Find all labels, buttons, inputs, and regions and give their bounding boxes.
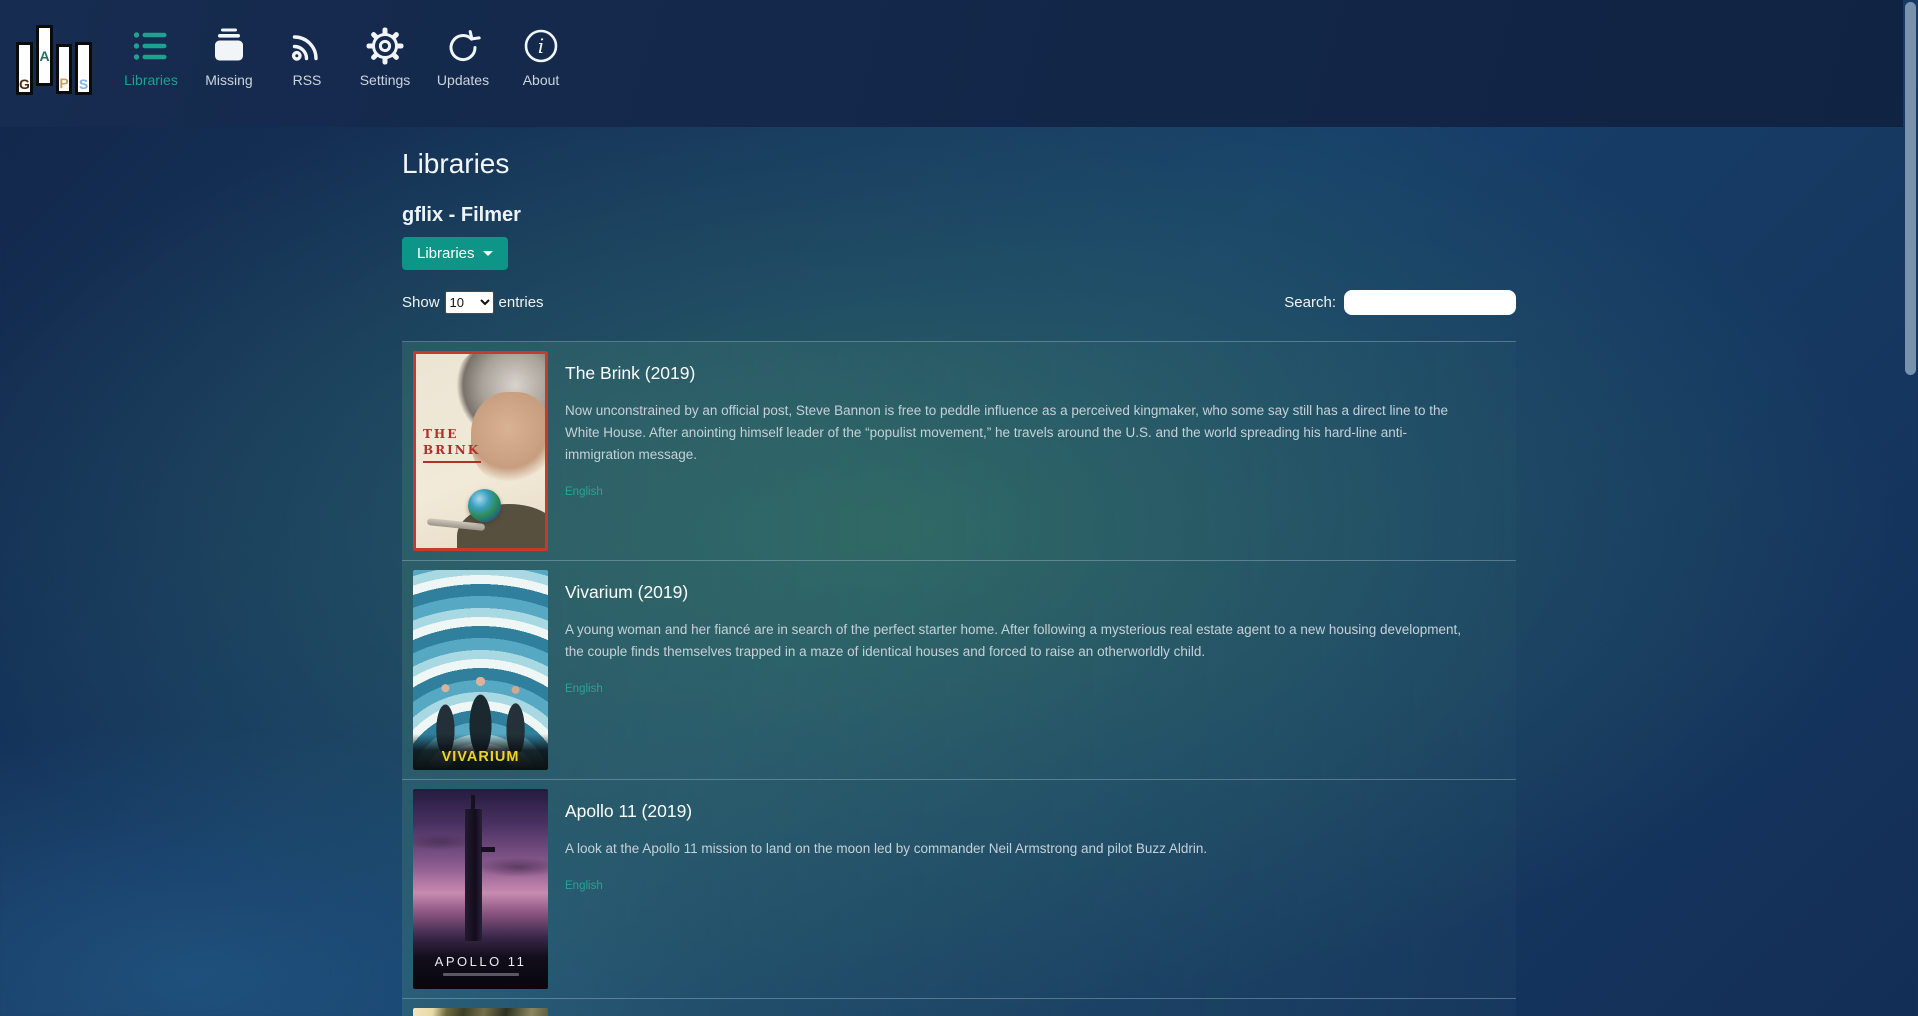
movie-title: The Brink (2019)	[565, 363, 1470, 384]
poster-art-spire	[471, 795, 475, 811]
logo-letter-g: G	[16, 42, 33, 95]
logo-letter-s: S	[75, 42, 92, 95]
movie-language: English	[565, 683, 1470, 695]
nav-label: Settings	[360, 72, 411, 88]
page-title: Libraries	[402, 148, 1516, 180]
list-icon	[131, 25, 171, 67]
svg-text:i: i	[538, 34, 544, 58]
movie-description: Now unconstrained by an official post, S…	[565, 400, 1470, 466]
scrollbar-thumb[interactable]	[1905, 2, 1916, 375]
poster-art-arm	[481, 847, 495, 852]
search-control: Search:	[1284, 290, 1516, 315]
gear-icon	[365, 25, 405, 67]
library-subtitle: gflix - Filmer	[402, 204, 1516, 227]
gaps-logo[interactable]: G A P S	[16, 14, 98, 98]
poster-title-text: APOLLO 11	[413, 954, 548, 969]
library-movie-table: THE BRINK The Brink (2019) Now unconstra…	[402, 341, 1516, 1016]
search-label: Search:	[1284, 294, 1336, 311]
content-area: Libraries gflix - Filmer Libraries Show …	[402, 148, 1516, 1016]
nav-item-missing[interactable]: Missing	[190, 14, 268, 88]
movie-language: English	[565, 880, 1207, 892]
poster-art-caption-line	[443, 973, 519, 976]
movie-title: Apollo 11 (2019)	[565, 801, 1207, 822]
poster-title-text: VIVARIUM	[413, 749, 548, 765]
nav-item-updates[interactable]: Updates	[424, 14, 502, 88]
page-length-select[interactable]: 10	[445, 291, 494, 314]
poster-art-globe	[468, 489, 501, 522]
top-navbar: G A P S Libraries	[0, 0, 1903, 127]
nav-label: RSS	[293, 72, 322, 88]
caret-down-icon	[483, 251, 493, 256]
nav-label: About	[523, 72, 560, 88]
movie-title: Vivarium (2019)	[565, 582, 1470, 603]
rss-icon	[287, 25, 327, 67]
movie-row-apollo-11[interactable]: APOLLO 11 Apollo 11 (2019) A look at the…	[402, 780, 1516, 999]
nav-item-settings[interactable]: Settings	[346, 14, 424, 88]
inbox-stack-icon	[209, 25, 249, 67]
show-label: Show	[402, 294, 440, 311]
poster-art-face	[471, 392, 548, 484]
vivarium-poster: VIVARIUM	[413, 570, 548, 770]
page-length-control: Show 10 entries	[402, 291, 544, 314]
libraries-dropdown-label: Libraries	[417, 245, 475, 262]
nav-label: Libraries	[124, 72, 178, 88]
logo-letter-a: A	[36, 25, 53, 86]
the-brink-poster: THE BRINK	[413, 351, 548, 551]
search-input[interactable]	[1344, 290, 1516, 315]
movie-row-partial[interactable]	[402, 999, 1516, 1016]
table-controls: Show 10 entries Search:	[402, 290, 1516, 315]
movie-row-vivarium[interactable]: VIVARIUM Vivarium (2019) A young woman a…	[402, 561, 1516, 780]
nav-item-libraries[interactable]: Libraries	[112, 14, 190, 88]
nav-label: Updates	[437, 72, 489, 88]
movie-language: English	[565, 486, 1470, 498]
nav-item-rss[interactable]: RSS	[268, 14, 346, 88]
scrollbar-track[interactable]	[1903, 0, 1918, 1016]
partial-movie-poster	[413, 1008, 548, 1016]
info-circle-icon: i	[521, 25, 561, 67]
movie-info: The Brink (2019) Now unconstrained by an…	[565, 351, 1470, 551]
movie-description: A young woman and her fiancé are in sear…	[565, 619, 1470, 663]
movie-info: Vivarium (2019) A young woman and her fi…	[565, 570, 1470, 770]
logo-letter-p: P	[56, 44, 72, 94]
movie-info: Apollo 11 (2019) A look at the Apollo 11…	[565, 789, 1207, 989]
apollo-11-poster: APOLLO 11	[413, 789, 548, 989]
libraries-dropdown-button[interactable]: Libraries	[402, 237, 508, 270]
entries-label: entries	[499, 294, 544, 311]
main-nav: Libraries Missing	[112, 14, 580, 88]
movie-description: A look at the Apollo 11 mission to land …	[565, 838, 1207, 860]
nav-item-about[interactable]: i About	[502, 14, 580, 88]
poster-art-launch-tower	[465, 809, 482, 941]
refresh-icon	[443, 25, 483, 67]
poster-title-text: THE BRINK	[423, 426, 481, 463]
movie-row-the-brink[interactable]: THE BRINK The Brink (2019) Now unconstra…	[402, 342, 1516, 561]
nav-label: Missing	[205, 72, 252, 88]
